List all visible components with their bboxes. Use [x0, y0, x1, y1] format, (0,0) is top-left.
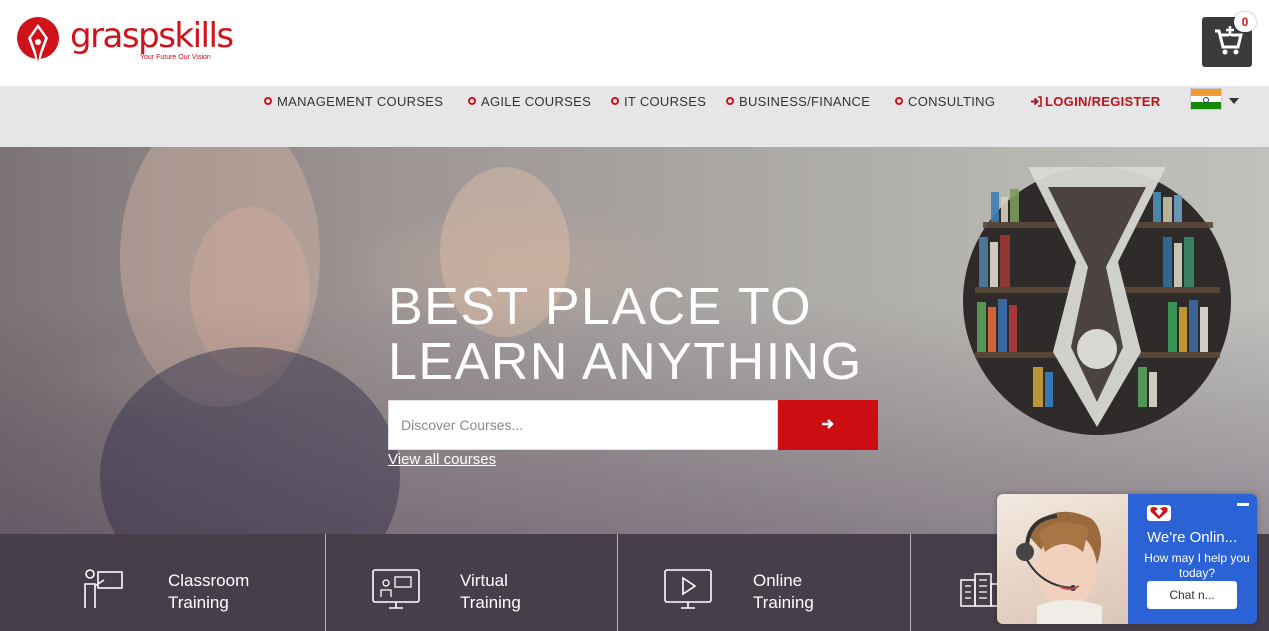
- play-screen-icon: [664, 569, 712, 609]
- login-register-link[interactable]: LOGIN/REGISTER: [1030, 94, 1160, 109]
- training-label-line-2: Training: [168, 593, 229, 612]
- nav-label: MANAGEMENT COURSES: [277, 94, 444, 109]
- brand-name: graspskills: [70, 16, 234, 56]
- chevron-down-icon[interactable]: [1229, 98, 1239, 104]
- bookshelf-emblem-icon: [963, 167, 1231, 435]
- nav-it-courses[interactable]: IT COURSES: [611, 94, 706, 112]
- course-search-input[interactable]: [388, 400, 778, 450]
- circle-bullet-icon: [611, 96, 619, 105]
- hero-banner: BEST PLACE TO LEARN ANYTHING View all co…: [0, 147, 1269, 534]
- training-label-line-1: Classroom: [168, 571, 250, 590]
- brand-mini-logo-icon: [1147, 505, 1171, 521]
- online-training-item[interactable]: Online Training: [618, 534, 911, 631]
- heart-logo-icon: [1150, 507, 1168, 519]
- training-label-line-2: Training: [753, 593, 814, 612]
- training-label-line-1: Virtual: [460, 571, 508, 590]
- nav-business-finance[interactable]: BUSINESS/FINANCE: [726, 94, 870, 112]
- monitor-presentation-icon: [372, 569, 420, 609]
- arrow-right-icon: [822, 418, 834, 429]
- virtual-training-item[interactable]: Virtual Training: [326, 534, 618, 631]
- search-submit-button[interactable]: [778, 400, 878, 450]
- training-label-line-1: Online: [753, 571, 803, 590]
- training-label: Online Training: [753, 570, 814, 614]
- circle-bullet-icon: [895, 96, 903, 105]
- cart-count-badge: 0: [1234, 12, 1256, 32]
- hero-title-line-2: LEARN ANYTHING: [388, 333, 863, 391]
- hero-title: BEST PLACE TO LEARN ANYTHING: [388, 280, 863, 390]
- training-label: Virtual Training: [460, 570, 521, 614]
- circle-bullet-icon: [468, 96, 476, 105]
- training-label: Classroom Training: [168, 570, 249, 614]
- hero-title-line-1: BEST PLACE TO: [388, 278, 813, 336]
- nav-management-courses[interactable]: MANAGEMENT COURSES: [264, 94, 443, 112]
- nav-label: AGILE COURSES: [481, 94, 592, 109]
- nav-label: BUSINESS/FINANCE: [739, 94, 871, 109]
- training-label-line-2: Training: [460, 593, 521, 612]
- view-all-courses-link[interactable]: View all courses: [388, 451, 496, 468]
- circle-bullet-icon: [264, 96, 272, 105]
- headset-agent-icon: [1016, 511, 1102, 624]
- support-agent-avatar: [997, 494, 1128, 624]
- main-nav: MANAGEMENT COURSES AGILE COURSES IT COUR…: [0, 86, 1269, 147]
- nav-agile-courses[interactable]: AGILE COURSES: [468, 94, 591, 112]
- classroom-icon: [84, 569, 123, 608]
- chat-subtitle: How may I help you today?: [1144, 551, 1250, 580]
- minimize-icon[interactable]: [1237, 503, 1249, 506]
- header: graspskills Your Future Our Vision 0: [0, 0, 1269, 86]
- circle-bullet-icon: [726, 96, 734, 105]
- live-chat-widget[interactable]: We're Onlin... How may I help you today?…: [997, 494, 1257, 624]
- login-register-label: LOGIN/REGISTER: [1045, 94, 1161, 109]
- nav-label: IT COURSES: [624, 94, 707, 109]
- chat-now-button[interactable]: Chat n...: [1147, 581, 1237, 609]
- nav-label: CONSULTING: [908, 94, 996, 109]
- nav-consulting[interactable]: CONSULTING: [895, 94, 995, 112]
- chat-title: We're Onlin...: [1147, 529, 1238, 546]
- sign-in-icon: [1031, 96, 1042, 107]
- classroom-training-item[interactable]: Classroom Training: [0, 534, 326, 631]
- brand-tagline: Your Future Our Vision: [140, 54, 211, 61]
- pen-nib-logo-icon: [17, 17, 59, 68]
- india-flag-icon[interactable]: [1190, 88, 1222, 110]
- brand-logo[interactable]: graspskills Your Future Our Vision: [16, 14, 234, 70]
